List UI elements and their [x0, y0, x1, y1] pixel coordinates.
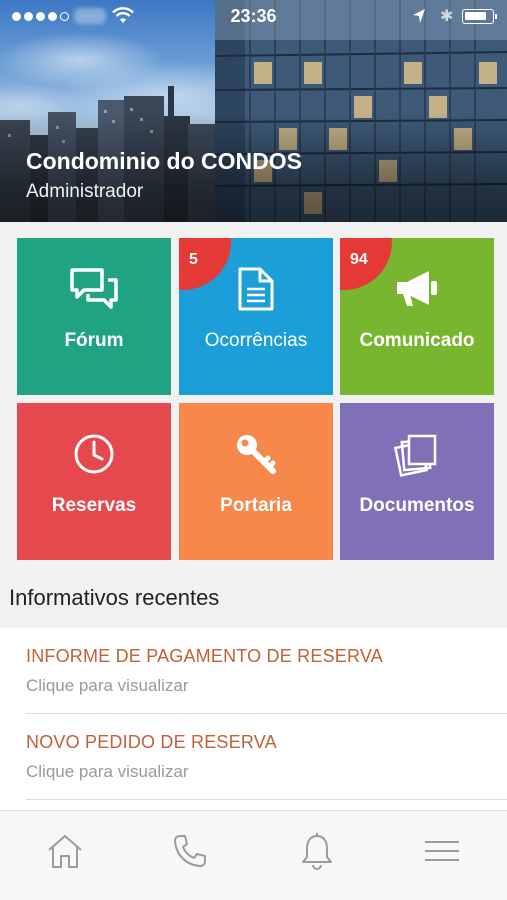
menu-icon [425, 841, 459, 861]
tile-comunicado[interactable]: 94 Comunicado [340, 238, 494, 395]
news-item[interactable]: INFORME DE PAGAMENTO DE RESERVA Clique p… [26, 628, 507, 714]
news-item[interactable]: NOVO PEDIDO DE RESERVA Clique para visua… [26, 714, 507, 800]
user-role: Administrador [26, 181, 144, 202]
bell-icon [302, 833, 332, 870]
recent-news-list: INFORME DE PAGAMENTO DE RESERVA Clique p… [0, 628, 507, 810]
news-subtitle: Clique para visualizar [26, 676, 189, 695]
condominium-title: Condominio do CONDOS [26, 148, 302, 174]
tile-reservas[interactable]: Reservas [17, 403, 171, 560]
tile-documentos[interactable]: Documentos [340, 403, 494, 560]
header-banner: 23:36 ✱ Condominio do CONDOS Administrad… [0, 0, 507, 222]
tab-notifications[interactable] [297, 831, 337, 871]
tile-forum[interactable]: Fórum [17, 238, 171, 395]
clock-icon [17, 431, 171, 477]
tile-label: Fórum [64, 330, 124, 351]
stacked-documents-icon [340, 431, 494, 477]
location-arrow-icon [413, 9, 425, 23]
battery-fill [465, 12, 486, 20]
news-title: NOVO PEDIDO DE RESERVA [26, 732, 277, 752]
tile-portaria[interactable]: Portaria [179, 403, 333, 560]
tile-ocorrencias[interactable]: 5 Ocorrências [179, 238, 333, 395]
recent-section-title: Informativos recentes [9, 585, 220, 610]
megaphone-icon [340, 266, 494, 312]
tile-label: Comunicado [359, 330, 475, 351]
tile-label: Reservas [51, 495, 137, 516]
home-icon [48, 835, 82, 868]
bottom-tab-bar [0, 810, 507, 900]
status-time: 23:36 [230, 6, 277, 26]
news-subtitle: Clique para visualizar [26, 762, 189, 781]
key-icon [179, 431, 333, 477]
tile-label: Portaria [220, 495, 292, 516]
document-icon [179, 266, 333, 312]
status-bar: 23:36 ✱ [0, 0, 507, 34]
news-title: INFORME DE PAGAMENTO DE RESERVA [26, 646, 383, 666]
bluetooth-icon: ✱ [440, 8, 454, 25]
phone-icon [174, 835, 206, 867]
tab-home[interactable] [45, 831, 85, 871]
battery-icon [462, 9, 497, 24]
chat-bubbles-icon [17, 266, 171, 312]
tile-label: Documentos [359, 495, 475, 516]
tile-label: Ocorrências [204, 330, 308, 351]
tab-phone[interactable] [170, 831, 210, 871]
tab-menu[interactable] [422, 831, 462, 871]
menu-tiles-grid: Fórum 5 Ocorrências 94 Comunicado Reserv… [0, 222, 507, 577]
